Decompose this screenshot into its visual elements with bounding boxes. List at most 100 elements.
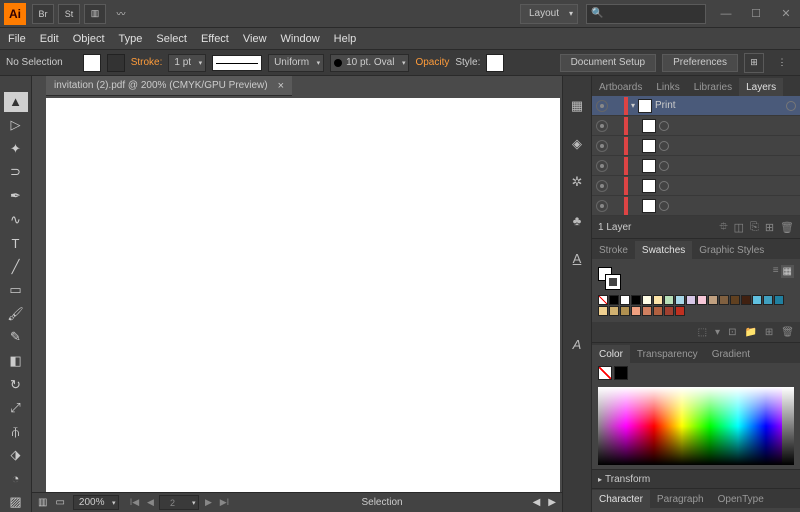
tab-paragraph[interactable]: Paragraph bbox=[650, 490, 711, 508]
libraries-icon[interactable]: ◈ bbox=[567, 134, 587, 154]
target-icon[interactable] bbox=[786, 101, 796, 111]
swatch[interactable] bbox=[620, 295, 630, 305]
visibility-icon[interactable] bbox=[596, 120, 608, 132]
close-tab-icon[interactable]: × bbox=[278, 80, 284, 92]
character-icon[interactable]: A bbox=[567, 248, 587, 268]
target-icon[interactable] bbox=[659, 121, 669, 131]
color-black[interactable] bbox=[614, 366, 628, 380]
swatch[interactable] bbox=[675, 295, 685, 305]
perspective-tool[interactable]: ▨ bbox=[4, 493, 28, 512]
swatch[interactable] bbox=[686, 295, 696, 305]
opacity-link[interactable]: Opacity bbox=[415, 57, 449, 68]
tab-swatches[interactable]: Swatches bbox=[635, 241, 692, 259]
scroll-right-icon[interactable]: ▶ bbox=[548, 497, 556, 508]
swatch[interactable] bbox=[653, 306, 663, 316]
color-none[interactable] bbox=[598, 366, 612, 380]
pen-tool[interactable]: ✒ bbox=[4, 186, 28, 206]
make-clipping-icon[interactable]: ◫ bbox=[734, 221, 744, 234]
tab-artboards[interactable]: Artboards bbox=[592, 78, 649, 96]
color-spectrum[interactable] bbox=[598, 387, 794, 465]
symbols-icon[interactable]: ♣ bbox=[567, 210, 587, 230]
layer-row[interactable] bbox=[592, 136, 800, 156]
menu-help[interactable]: Help bbox=[334, 33, 357, 45]
swatch-none[interactable] bbox=[598, 295, 608, 305]
layer-row[interactable] bbox=[592, 116, 800, 136]
swatch[interactable] bbox=[719, 295, 729, 305]
swatch[interactable] bbox=[697, 295, 707, 305]
swatch[interactable] bbox=[598, 306, 608, 316]
type-tool[interactable]: T bbox=[4, 233, 28, 253]
tab-transparency[interactable]: Transparency bbox=[630, 345, 705, 363]
swatch[interactable] bbox=[763, 295, 773, 305]
properties-icon[interactable]: ▦ bbox=[567, 96, 587, 116]
shape-builder-tool[interactable]: ◔ bbox=[4, 469, 28, 489]
swatch-kind-icon[interactable]: ▾ bbox=[715, 327, 720, 338]
brushes-icon[interactable]: ✲ bbox=[567, 172, 587, 192]
swatch-options-icon[interactable]: ⊡ bbox=[728, 327, 736, 338]
new-layer-icon[interactable]: ⊞ bbox=[765, 221, 774, 234]
workspace-dropdown[interactable]: Layout bbox=[520, 4, 578, 24]
width-tool[interactable]: ⫚ bbox=[4, 422, 28, 442]
tab-gradient[interactable]: Gradient bbox=[705, 345, 757, 363]
stock-button[interactable]: St bbox=[58, 4, 80, 24]
menu-edit[interactable]: Edit bbox=[40, 33, 59, 45]
delete-swatch-icon[interactable]: 🗑 bbox=[781, 327, 794, 338]
document-setup-button[interactable]: Document Setup bbox=[560, 54, 657, 72]
visibility-icon[interactable] bbox=[596, 160, 608, 172]
document-tab[interactable]: invitation (2).pdf @ 200% (CMYK/GPU Prev… bbox=[46, 76, 292, 96]
lasso-tool[interactable]: ⊃ bbox=[4, 163, 28, 183]
visibility-icon[interactable] bbox=[596, 200, 608, 212]
swatch-list-view-icon[interactable]: ≡ bbox=[773, 265, 779, 278]
target-icon[interactable] bbox=[659, 201, 669, 211]
target-icon[interactable] bbox=[659, 161, 669, 171]
preferences-button[interactable]: Preferences bbox=[662, 54, 738, 72]
tab-opentype[interactable]: OpenType bbox=[711, 490, 771, 508]
direct-selection-tool[interactable]: ▷ bbox=[4, 116, 28, 136]
menu-type[interactable]: Type bbox=[119, 33, 143, 45]
tab-links[interactable]: Links bbox=[649, 78, 686, 96]
stroke-profile-preview[interactable] bbox=[212, 55, 262, 71]
layer-row[interactable] bbox=[592, 176, 800, 196]
swatch[interactable] bbox=[664, 306, 674, 316]
transform-panel[interactable]: Transform bbox=[592, 470, 800, 488]
swatch[interactable] bbox=[620, 306, 630, 316]
visibility-icon[interactable] bbox=[596, 140, 608, 152]
zoom-dropdown[interactable]: 200% bbox=[73, 495, 120, 510]
target-icon[interactable] bbox=[659, 141, 669, 151]
canvas[interactable] bbox=[46, 98, 560, 492]
paintbrush-tool[interactable]: 🖌 bbox=[4, 304, 28, 324]
tab-libraries[interactable]: Libraries bbox=[687, 78, 739, 96]
visibility-icon[interactable] bbox=[596, 180, 608, 192]
artboard-nav[interactable]: I◀◀ 2 ▶▶I bbox=[127, 495, 231, 510]
magic-wand-tool[interactable]: ✦ bbox=[4, 139, 28, 159]
swatch[interactable] bbox=[675, 306, 685, 316]
tab-stroke[interactable]: Stroke bbox=[592, 241, 635, 259]
close-button[interactable]: ✕ bbox=[776, 7, 796, 21]
swatch[interactable] bbox=[642, 306, 652, 316]
swatch[interactable] bbox=[774, 295, 784, 305]
swatch[interactable] bbox=[730, 295, 740, 305]
arrange-button[interactable]: ▥ bbox=[84, 4, 106, 24]
stroke-weight-dropdown[interactable]: 1 pt bbox=[168, 54, 206, 72]
minimize-button[interactable]: — bbox=[716, 7, 736, 21]
glyphs-icon[interactable]: A bbox=[567, 334, 587, 354]
menu-file[interactable]: File bbox=[8, 33, 26, 45]
swatch[interactable] bbox=[642, 295, 652, 305]
stroke-swatch[interactable] bbox=[107, 54, 125, 72]
brush-dropdown[interactable]: 10 pt. Oval bbox=[330, 54, 409, 72]
pencil-tool[interactable]: ✎ bbox=[4, 328, 28, 348]
layer-row[interactable] bbox=[592, 156, 800, 176]
rectangle-tool[interactable]: ▭ bbox=[4, 281, 28, 301]
scroll-left-icon[interactable]: ◀ bbox=[533, 497, 541, 508]
swatch[interactable] bbox=[631, 306, 641, 316]
eraser-tool[interactable]: ◧ bbox=[4, 351, 28, 371]
tab-color[interactable]: Color bbox=[592, 345, 630, 363]
more-button[interactable]: ⋮ bbox=[774, 53, 790, 73]
swatch-registration[interactable] bbox=[609, 295, 619, 305]
swatch[interactable] bbox=[752, 295, 762, 305]
menu-view[interactable]: View bbox=[243, 33, 267, 45]
selection-tool[interactable]: ▲ bbox=[4, 92, 28, 112]
locate-layer-icon[interactable]: ⯐ bbox=[719, 218, 727, 237]
screen-mode-icon[interactable]: ▭ bbox=[55, 497, 64, 508]
fill-stroke-indicator[interactable] bbox=[598, 267, 620, 289]
